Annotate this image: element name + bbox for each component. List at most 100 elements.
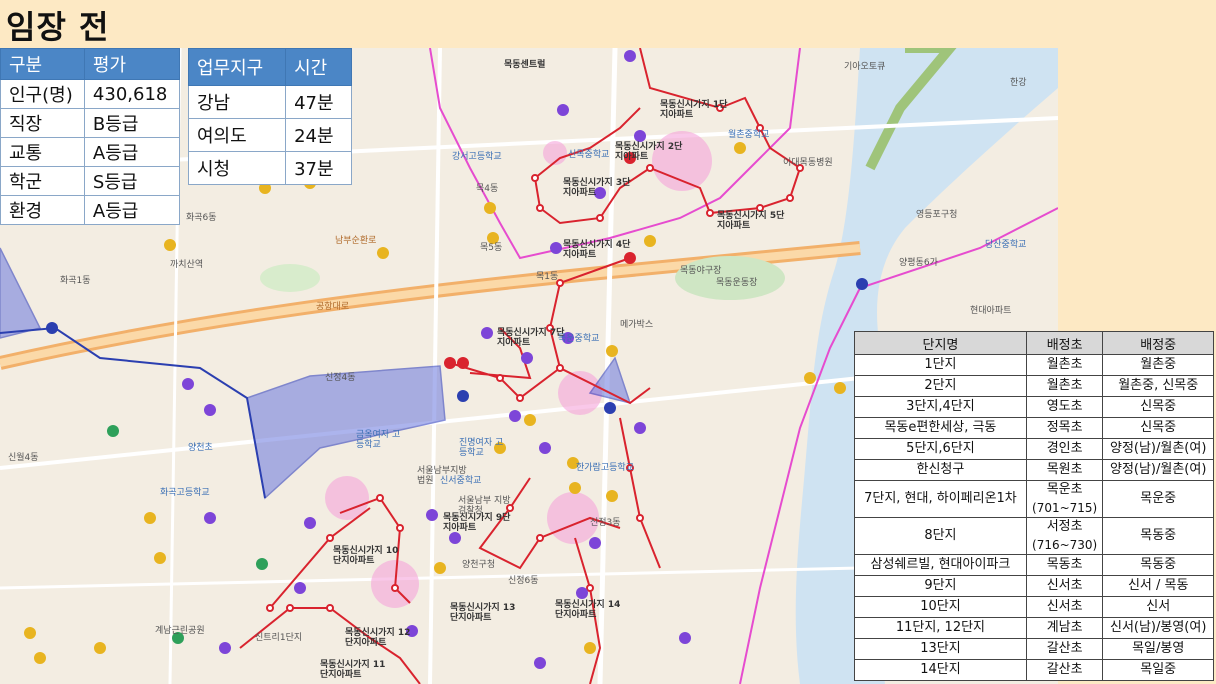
district-cell: 강남 [187,85,287,119]
value-cell: A등급 [83,137,181,167]
table-row: 1단지 월촌초 월촌중 [854,354,1214,376]
table-row: 강남 47분 [187,85,352,119]
map-label: 기아오토큐 [844,62,886,72]
map-label: 강서고등학교 [452,152,502,162]
middle-cell: 신목중 [1102,396,1214,418]
map-label: 화곡1동 [60,276,91,286]
table-row: 8단지 서정초 (716~730) 목동중 [854,517,1214,555]
map-label: 이대목동병원 [783,158,833,168]
map-label: 목동신시가지 7단지아파트 [497,328,565,348]
complex-cell: 14단지 [854,659,1027,681]
complex-cell: 8단지 [854,517,1027,555]
table-row: 11단지, 12단지 계남초 신서(남)/봉영(여) [854,617,1214,639]
table-row: 직장 B등급 [0,108,181,138]
elementary-cell: 목동초 [1025,554,1104,576]
map-label: 양평동6가 [899,258,938,268]
elementary-cell: 갈산초 [1025,659,1104,681]
middle-cell: 양정(남)/월촌(여) [1102,438,1214,460]
middle-cell: 목운중 [1102,480,1214,518]
elementary-cell: 정목초 [1025,417,1104,439]
value-cell: A등급 [83,195,181,225]
complex-cell: 삼성쉐르빌, 현대아이파크 [854,554,1027,576]
middle-cell: 신서(남)/봉영(여) [1102,617,1214,639]
middle-cell: 목동중 [1102,517,1214,555]
map-label: 당산중학교 [985,240,1027,250]
category-cell: 환경 [0,195,85,225]
complex-cell: 목동e편한세상, 극동 [854,417,1027,439]
table-header: 업무지구 [187,48,287,86]
map-label: 진명여자 고등학교 [459,438,504,458]
middle-cell: 목일중 [1102,659,1214,681]
table-row: 2단지 월촌초 월촌중, 신목중 [854,375,1214,397]
complex-cell: 5단지,6단지 [854,438,1027,460]
map-label: 목운중학교 [558,334,600,344]
middle-cell: 신목중 [1102,417,1214,439]
map-label: 서울남부 지방검찰청 [458,496,511,516]
time-cell: 37분 [285,151,352,185]
unit-range: (716~730) [1032,538,1098,552]
table-row: 교통 A등급 [0,137,181,167]
time-cell: 47분 [285,85,352,119]
region-evaluation-table: 구분 평가 인구(명) 430,618 직장 B등급 교통 A등급 학군 S등급… [0,48,181,225]
table-row: 9단지 신서초 신서 / 목동 [854,575,1214,597]
value-cell: B등급 [83,108,181,138]
middle-cell: 양정(남)/월촌(여) [1102,459,1214,481]
middle-cell: 월촌중, 신목중 [1102,375,1214,397]
map-label: 공항대로 [316,302,350,312]
table-row: 5단지,6단지 경인초 양정(남)/월촌(여) [854,438,1214,460]
table-row: 시청 37분 [187,151,352,185]
middle-cell: 월촌중 [1102,354,1214,376]
map-label: 영등포구청 [916,210,958,220]
complex-cell: 1단지 [854,354,1027,376]
category-cell: 교통 [0,137,85,167]
map-label: 목동신시가지 12단지아파트 [345,628,411,648]
map-label: 한가람고등학교 [576,463,634,473]
elementary-cell: 목원초 [1025,459,1104,481]
map-label: 신월4동 [8,453,39,463]
table-row: 한신청구 목원초 양정(남)/월촌(여) [854,459,1214,481]
elementary-cell: 신서초 [1025,575,1104,597]
map-label: 까치산역 [170,260,204,270]
elementary-cell: 서정초 (716~730) [1025,517,1104,555]
elementary-cell: 신서초 [1025,596,1104,618]
map-label: 현대아파트 [970,306,1012,316]
elementary-name: 서정초 [1046,519,1083,534]
value-cell: 430,618 [83,79,181,109]
complex-cell: 10단지 [854,596,1027,618]
table-row: 학군 S등급 [0,166,181,196]
complex-cell: 13단지 [854,638,1027,660]
map-label: 신정3동 [590,518,621,528]
elementary-cell: 갈산초 [1025,638,1104,660]
map-label: 양천초 [188,443,213,453]
map-label: 목동신시가지 1단지아파트 [660,100,728,120]
elementary-name: 목운초 [1046,482,1083,497]
elementary-cell: 목운초 (701~715) [1025,480,1104,518]
park-area [260,264,320,292]
table-header: 단지명 [854,331,1027,355]
map-label: 목동신시가지 9단지아파트 [443,513,511,533]
complex-cell: 2단지 [854,375,1027,397]
elementary-cell: 월촌초 [1025,375,1104,397]
map-label: 목동야구장 [680,266,722,276]
map-label: 목동신시가지 10단지아파트 [333,546,399,566]
map-label: 목동센트럴 [504,60,546,70]
category-cell: 직장 [0,108,85,138]
table-row: 삼성쉐르빌, 현대아이파크 목동초 목동중 [854,554,1214,576]
map-label: 금옥여자 고등학교 [356,430,401,450]
table-row: 여의도 24분 [187,118,352,152]
map-label: 목동신시가지 2단지아파트 [615,142,683,162]
middle-cell: 목일/봉영 [1102,638,1214,660]
time-cell: 24분 [285,118,352,152]
page-title: 임장 전 [6,8,110,46]
category-cell: 인구(명) [0,79,85,109]
map-label: 신트리1단지 [255,633,303,643]
complex-cell: 11단지, 12단지 [854,617,1027,639]
table-header: 구분 [0,48,85,80]
table-header: 평가 [83,48,181,80]
unit-range: (701~715) [1032,501,1098,515]
map-label: 남부순환로 [335,236,377,246]
elementary-cell: 월촌초 [1025,354,1104,376]
table-row: 7단지, 현대, 하이페리온1차 목운초 (701~715) 목운중 [854,480,1214,518]
map-label: 메가박스 [620,320,654,330]
map-label: 목동신시가지 3단지아파트 [563,178,631,198]
